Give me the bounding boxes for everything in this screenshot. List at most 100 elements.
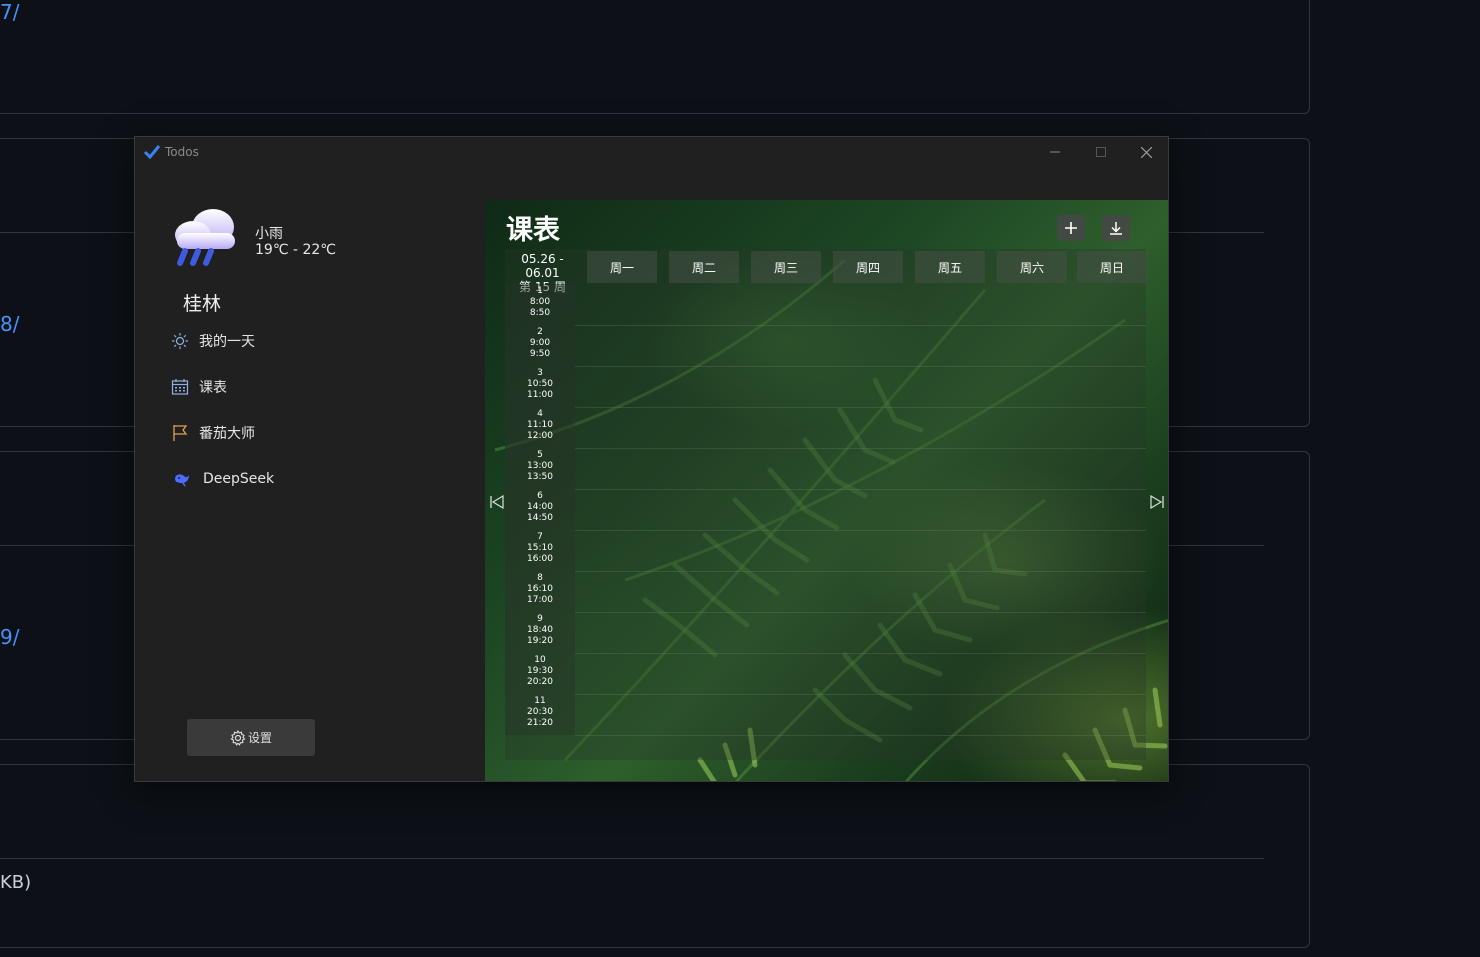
period-start: 20:30 <box>527 707 553 717</box>
flag-icon <box>173 425 188 441</box>
period-start: 15:10 <box>527 543 553 553</box>
period-number: 2 <box>537 327 543 337</box>
plus-icon <box>1065 222 1077 234</box>
day-header: 周日 <box>1077 251 1147 283</box>
rain-cloud-icon <box>175 209 235 266</box>
background-link[interactable]: 7/ <box>0 0 19 24</box>
next-week-icon[interactable] <box>1149 494 1165 510</box>
grid-row-line <box>575 448 1146 449</box>
period-start: 13:00 <box>527 461 553 471</box>
download-icon <box>1110 222 1122 235</box>
grid-row-line <box>575 735 1146 736</box>
grid-row-line <box>575 530 1146 531</box>
weather-temperature: 19℃ - 22℃ <box>255 242 337 258</box>
period-cell: 2 9:00 9:50 <box>505 325 575 366</box>
day-header: 周一 <box>587 251 657 283</box>
minimize-button[interactable] <box>1032 137 1078 167</box>
grid-row-line <box>575 653 1146 654</box>
sidebar-item-label: 我的一天 <box>199 334 255 350</box>
period-column: 1 8:00 8:50 2 9:00 9:50 3 10:50 11:00 4 11:10 1 2… <box>505 284 575 735</box>
grid-row-line <box>575 489 1146 490</box>
sidebar-item-pomodoro[interactable]: 番茄大师 <box>171 421 255 445</box>
settings-button[interactable]: 设置 <box>187 719 315 756</box>
period-cell: 7 15:10 16:00 <box>505 530 575 571</box>
sidebar-item-label: 番茄大师 <box>199 426 255 442</box>
close-button[interactable] <box>1123 137 1168 167</box>
period-start: 10:50 <box>527 379 553 389</box>
download-button[interactable] <box>1102 215 1130 241</box>
add-course-button[interactable] <box>1057 215 1085 241</box>
settings-label: 设置 <box>247 731 272 745</box>
sidebar-item-schedule[interactable]: 课表 <box>171 375 227 399</box>
period-number: 7 <box>537 532 543 542</box>
period-cell: 1 8:00 8:50 <box>505 284 575 325</box>
period-cell: 6 14:00 14:50 <box>505 489 575 530</box>
period-cell: 11 20:30 21:20 <box>505 694 575 735</box>
period-end: 21:20 <box>527 718 553 728</box>
period-cell: 9 18:40 19:20 <box>505 612 575 653</box>
period-cell: 10 19:30 20:20 <box>505 653 575 694</box>
maximize-button[interactable] <box>1078 137 1124 167</box>
deepseek-whale-icon <box>175 474 189 487</box>
period-end: 16:00 <box>527 554 553 564</box>
period-number: 1 <box>537 286 543 296</box>
period-number: 9 <box>537 614 543 624</box>
grid-row-line <box>575 325 1146 326</box>
background-file-size: KB) <box>0 872 32 893</box>
period-number: 6 <box>537 491 543 501</box>
gear-icon <box>230 729 246 746</box>
period-start: 16:10 <box>527 584 553 594</box>
period-cell: 3 10:50 11:00 <box>505 366 575 407</box>
period-start: 14:00 <box>527 502 553 512</box>
minimize-icon <box>1050 151 1060 153</box>
period-start: 11:10 <box>527 420 553 430</box>
day-header: 周三 <box>751 251 821 283</box>
todos-window: Todos 小雨 19℃ - 22℃ 桂林 我的一天 课表 番茄大师 DeepS… <box>134 136 1169 782</box>
period-number: 3 <box>537 368 543 378</box>
period-end: 13:50 <box>527 472 553 482</box>
grid-row-line <box>575 366 1146 367</box>
timetable-grid: 05.26 - 06.01 第 15 周 周一 周二 周三 周四 周五 周六 周… <box>505 249 1147 760</box>
grid-row-line <box>575 694 1146 695</box>
background-divider <box>0 858 1264 859</box>
sidebar-item-my-day[interactable]: 我的一天 <box>171 329 255 353</box>
schedule-panel: 课表 05.26 - 06.01 第 15 周 周一 周二 周三 周四 周五 周… <box>485 200 1168 781</box>
sidebar-item-label: 课表 <box>199 380 227 396</box>
period-start: 9:00 <box>529 338 551 348</box>
period-end: 8:50 <box>529 308 551 318</box>
period-cell: 8 16:10 17:00 <box>505 571 575 612</box>
period-number: 8 <box>537 573 543 583</box>
period-start: 19:30 <box>527 666 553 676</box>
sidebar-item-label: DeepSeek <box>203 471 275 487</box>
period-end: 14:50 <box>527 513 553 523</box>
day-header: 周六 <box>997 251 1067 283</box>
page-title: 课表 <box>506 215 560 246</box>
background-link[interactable]: 9/ <box>0 625 19 649</box>
period-number: 11 <box>534 696 546 706</box>
sidebar-item-deepseek[interactable]: DeepSeek <box>171 467 274 491</box>
day-header: 周四 <box>833 251 903 283</box>
grid-row-line <box>575 571 1146 572</box>
grid-row-line <box>575 612 1146 613</box>
period-start: 18:40 <box>527 625 553 635</box>
period-number: 10 <box>534 655 546 665</box>
period-end: 20:20 <box>527 677 553 687</box>
calendar-icon <box>171 379 189 395</box>
checkmark-icon <box>143 145 161 160</box>
period-end: 19:20 <box>527 636 553 646</box>
title-bar[interactable]: Todos <box>135 137 1168 167</box>
day-header: 周五 <box>915 251 985 283</box>
window-title: Todos <box>165 145 199 159</box>
city-name: 桂林 <box>183 293 222 315</box>
period-number: 5 <box>537 450 543 460</box>
background-card-1 <box>0 0 1310 114</box>
previous-week-icon[interactable] <box>489 494 505 510</box>
close-icon <box>1140 146 1152 158</box>
period-end: 17:00 <box>527 595 553 605</box>
grid-row-line <box>575 407 1146 408</box>
maximize-icon <box>1096 147 1106 157</box>
period-number: 4 <box>537 409 543 419</box>
background-link[interactable]: 8/ <box>0 312 19 336</box>
day-header: 周二 <box>669 251 739 283</box>
background-card-4 <box>0 764 1310 948</box>
